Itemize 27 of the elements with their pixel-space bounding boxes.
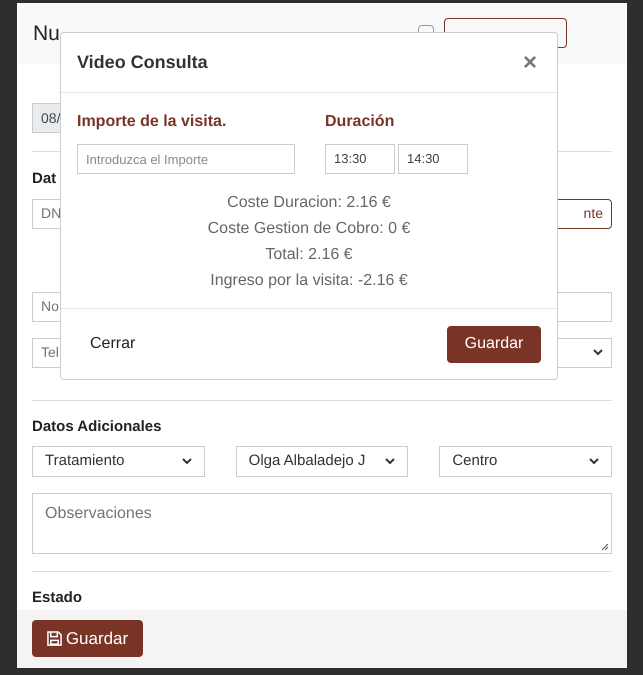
save-button[interactable]: Guardar xyxy=(447,326,541,362)
summary-line: Total: 2.16 € xyxy=(265,245,353,265)
chevron-down-icon xyxy=(589,458,599,466)
chevron-down-icon xyxy=(182,458,192,466)
summary-line: Ingreso por la visita: -2.16 € xyxy=(210,271,408,291)
field-label: Duración xyxy=(325,112,396,132)
section-heading: Datos Adicionales xyxy=(32,416,162,437)
dropdown[interactable]: Centro xyxy=(439,446,612,478)
window-title: Nu xyxy=(33,20,60,47)
save-button[interactable]: Guardar xyxy=(32,620,143,658)
amount-field[interactable]: Introduzca el Importe xyxy=(77,144,295,174)
summary-line: Coste Duracion: 2.16 € xyxy=(227,193,391,213)
field-label: Importe de la visita. xyxy=(77,112,228,132)
dropdown[interactable]: Olga Albaladejo J xyxy=(236,446,408,478)
chevron-down-icon xyxy=(385,458,396,466)
summary-line: Coste Gestion de Cobro: 0 € xyxy=(208,219,410,239)
section-heading: Dat xyxy=(32,169,58,190)
chevron-down-icon xyxy=(593,349,603,356)
dropdown[interactable]: Tratamiento xyxy=(32,446,205,478)
close-button[interactable]: × xyxy=(522,50,537,74)
dialog-title: Video Consulta xyxy=(77,51,208,74)
close-dialog-button[interactable]: Cerrar xyxy=(77,332,148,356)
section-heading: Estado xyxy=(32,588,84,608)
start-time-field[interactable]: 13:30 xyxy=(325,144,395,174)
resize-grip-icon[interactable] xyxy=(601,543,609,552)
notes-field[interactable]: Observaciones xyxy=(32,493,612,554)
end-time-field[interactable]: 14:30 xyxy=(398,144,468,174)
